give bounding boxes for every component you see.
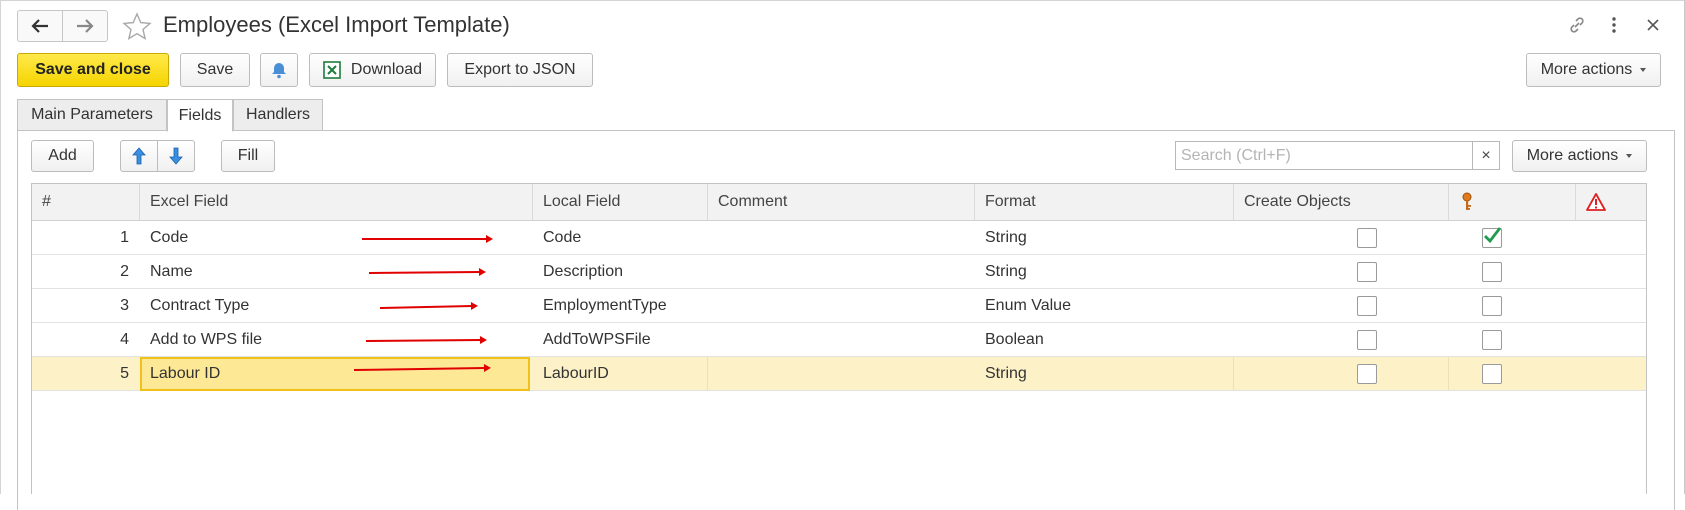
- move-down-button[interactable]: [157, 140, 195, 172]
- download-label: Download: [350, 61, 423, 78]
- cell-create-objects[interactable]: [1234, 255, 1449, 288]
- cell-number[interactable]: 2: [32, 255, 140, 288]
- column-header-excel-field[interactable]: Excel Field: [140, 184, 533, 220]
- annotation-arrow: [362, 235, 493, 243]
- required-checkbox[interactable]: [1482, 330, 1502, 350]
- key-icon: [1462, 192, 1472, 210]
- cell-number[interactable]: 4: [32, 323, 140, 356]
- download-button[interactable]: Download: [309, 53, 436, 87]
- cell-format[interactable]: String: [975, 357, 1234, 390]
- table-row[interactable]: 4 Add to WPS file AddToWPSFile Boolean: [32, 323, 1646, 357]
- close-icon[interactable]: [1642, 14, 1664, 36]
- export-json-button[interactable]: Export to JSON: [447, 53, 593, 87]
- fields-table: # Excel Field Local Field Comment Format…: [31, 183, 1647, 494]
- table-header: # Excel Field Local Field Comment Format…: [32, 184, 1646, 221]
- cell-comment[interactable]: [708, 289, 975, 322]
- column-header-create-objects[interactable]: Create Objects: [1234, 184, 1449, 220]
- cell-create-objects[interactable]: [1234, 289, 1449, 322]
- key-checkbox[interactable]: [1357, 228, 1377, 248]
- fill-button[interactable]: Fill: [221, 140, 275, 172]
- table-row[interactable]: 3 Contract Type EmploymentType Enum Value: [32, 289, 1646, 323]
- key-checkbox[interactable]: [1357, 330, 1377, 350]
- key-checkbox[interactable]: [1357, 262, 1377, 282]
- reminder-button[interactable]: [260, 53, 298, 87]
- arrow-down-icon: [169, 147, 183, 165]
- bell-icon: [272, 63, 286, 79]
- column-header-required[interactable]: [1576, 184, 1646, 220]
- vertical-dots-icon[interactable]: [1603, 14, 1625, 36]
- save-and-close-button[interactable]: Save and close: [17, 53, 169, 87]
- fields-more-actions-label: More actions: [1526, 147, 1619, 164]
- required-checkbox[interactable]: [1482, 296, 1502, 316]
- chevron-down-icon: [1640, 68, 1647, 72]
- page-title: Employees (Excel Import Template): [163, 12, 510, 37]
- cell-number[interactable]: 1: [32, 221, 140, 254]
- tab-main-parameters[interactable]: Main Parameters: [17, 99, 167, 131]
- warning-icon: [1586, 193, 1606, 211]
- cell-comment[interactable]: [708, 323, 975, 356]
- tab-handlers[interactable]: Handlers: [233, 99, 323, 131]
- column-header-key[interactable]: [1449, 184, 1576, 220]
- cell-number[interactable]: 3: [32, 289, 140, 322]
- table-row[interactable]: 5 Labour ID LabourID String: [32, 357, 1646, 391]
- fields-more-actions-button[interactable]: More actions: [1512, 140, 1647, 172]
- cell-number[interactable]: 5: [32, 357, 140, 390]
- tab-fields[interactable]: Fields: [167, 99, 233, 132]
- cell-excel-field[interactable]: Labour ID: [140, 357, 533, 390]
- cell-format[interactable]: Boolean: [975, 323, 1234, 356]
- arrow-right-icon: [77, 19, 94, 33]
- star-icon[interactable]: [121, 11, 153, 43]
- checkmark-icon: [1484, 227, 1502, 244]
- cell-local-field[interactable]: Description: [533, 255, 708, 288]
- more-actions-label: More actions: [1540, 61, 1633, 78]
- cell-create-objects[interactable]: [1234, 221, 1449, 254]
- search-clear-button[interactable]: ×: [1473, 141, 1500, 170]
- chevron-down-icon: [1626, 154, 1633, 158]
- cell-comment[interactable]: [708, 221, 975, 254]
- cell-format[interactable]: String: [975, 255, 1234, 288]
- key-checkbox[interactable]: [1357, 296, 1377, 316]
- cell-local-field[interactable]: EmploymentType: [533, 289, 708, 322]
- cell-comment[interactable]: [708, 255, 975, 288]
- cell-create-objects[interactable]: [1234, 323, 1449, 356]
- table-row[interactable]: 1 Code Code String: [32, 221, 1646, 255]
- column-header-comment[interactable]: Comment: [708, 184, 975, 220]
- more-actions-button[interactable]: More actions: [1526, 53, 1661, 87]
- column-header-local-field[interactable]: Local Field: [533, 184, 708, 220]
- move-up-button[interactable]: [120, 140, 158, 172]
- arrow-left-icon: [31, 19, 48, 33]
- cell-format[interactable]: String: [975, 221, 1234, 254]
- link-icon[interactable]: [1566, 14, 1588, 36]
- add-button[interactable]: Add: [31, 140, 94, 172]
- search-field[interactable]: [1175, 141, 1473, 170]
- clear-icon: ×: [1481, 146, 1491, 164]
- required-checkbox[interactable]: [1482, 262, 1502, 282]
- required-checkbox[interactable]: [1482, 227, 1502, 248]
- save-button[interactable]: Save: [180, 53, 250, 87]
- back-button[interactable]: [18, 11, 62, 41]
- cell-format[interactable]: Enum Value: [975, 289, 1234, 322]
- cell-local-field[interactable]: Code: [533, 221, 708, 254]
- cell-comment[interactable]: [708, 357, 975, 390]
- excel-icon: [323, 61, 341, 79]
- cell-local-field[interactable]: AddToWPSFile: [533, 323, 708, 356]
- table-row[interactable]: 2 Name Description String: [32, 255, 1646, 289]
- arrow-up-icon: [132, 147, 146, 165]
- column-header-format[interactable]: Format: [975, 184, 1234, 220]
- history-navigation: [17, 10, 108, 42]
- cell-create-objects[interactable]: [1234, 357, 1449, 390]
- search-input[interactable]: [1176, 142, 1472, 169]
- required-checkbox[interactable]: [1482, 364, 1502, 384]
- forward-button[interactable]: [62, 11, 107, 41]
- cell-local-field[interactable]: LabourID: [533, 357, 708, 390]
- key-checkbox[interactable]: [1357, 364, 1377, 384]
- column-header-number[interactable]: #: [32, 184, 140, 220]
